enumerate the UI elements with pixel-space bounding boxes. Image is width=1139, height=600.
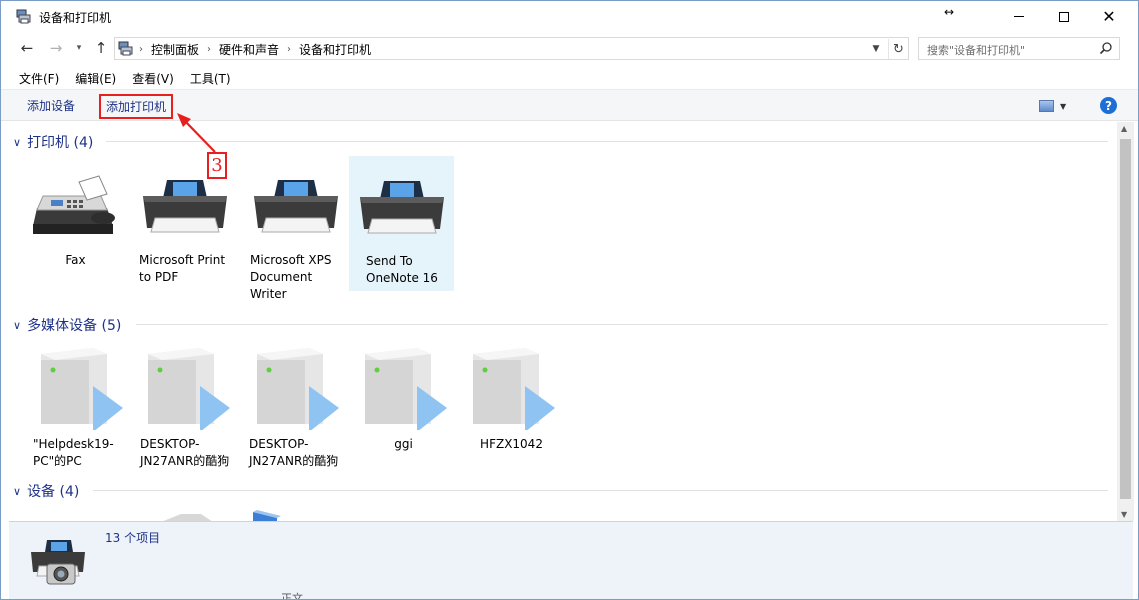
media-item-desktop-1[interactable]: DESKTOP-JN27ANR的酷狗 xyxy=(134,340,239,474)
chevron-down-icon: ∨ xyxy=(13,136,21,149)
search-input[interactable]: 搜索"设备和打印机" xyxy=(918,37,1120,60)
add-printer-button[interactable]: 添加打印机 xyxy=(99,94,173,119)
maximize-icon xyxy=(1059,12,1069,22)
device-label-xps-writer: Microsoft XPS Document Writer xyxy=(250,252,346,303)
media-label-desktop-2: DESKTOP-JN27ANR的酷狗 xyxy=(249,436,345,470)
chevron-down-icon: ∨ xyxy=(13,319,21,332)
item-count: 13 个项目 xyxy=(105,529,160,546)
printer-camera-icon xyxy=(27,536,89,588)
details-bottom-text: 正文 xyxy=(281,590,303,600)
group-title-media: 多媒体设备 (5) xyxy=(27,315,121,335)
refresh-button[interactable]: ↻ xyxy=(888,39,908,59)
media-label-desktop-1: DESKTOP-JN27ANR的酷狗 xyxy=(140,436,236,470)
breadcrumb-separator-icon[interactable]: › xyxy=(287,44,291,55)
title-bar: 设备和打印机 ↔ ✕ xyxy=(1,1,1138,32)
close-button[interactable]: ✕ xyxy=(1086,1,1132,32)
media-server-icon xyxy=(459,340,564,430)
minimize-icon xyxy=(1014,16,1024,17)
change-view-button[interactable]: ▼ xyxy=(1039,97,1073,115)
media-item-ggi[interactable]: ggi xyxy=(351,340,456,474)
fax-icon xyxy=(23,156,128,246)
chevron-down-icon: ▼ xyxy=(1060,102,1066,111)
refresh-icon: ↻ xyxy=(893,42,904,57)
group-header-printers[interactable]: ∨ 打印机 (4) xyxy=(13,132,93,152)
media-item-desktop-2[interactable]: DESKTOP-JN27ANR的酷狗 xyxy=(243,340,348,474)
breadcrumb-devices-printers[interactable]: 设备和打印机 xyxy=(299,41,371,58)
close-icon: ✕ xyxy=(1102,7,1115,26)
menu-bar: 文件(F) 编辑(E) 查看(V) 工具(T) xyxy=(1,67,1138,89)
control-panel-icon xyxy=(118,41,134,56)
maximize-button[interactable] xyxy=(1041,1,1087,32)
view-icon xyxy=(1039,100,1054,112)
search-icon xyxy=(1099,41,1113,55)
breadcrumb-control-panel[interactable]: 控制面板 xyxy=(151,41,199,58)
devices-content-area: ∨ 打印机 (4) Fax xyxy=(1,122,1117,521)
media-label-ggi: ggi xyxy=(351,436,456,453)
resize-icon: ↔ xyxy=(944,5,954,19)
window-title: 设备和打印机 xyxy=(39,9,111,26)
menu-edit[interactable]: 编辑(E) xyxy=(75,70,116,87)
group-divider xyxy=(93,490,1108,491)
search-placeholder: 搜索"设备和打印机" xyxy=(927,42,1025,58)
devices-printers-window: 设备和打印机 ↔ ✕ ← → ▾ ↑ › 控制面板 › 硬件和声音 › 设备和打… xyxy=(0,0,1139,600)
menu-view[interactable]: 查看(V) xyxy=(132,70,174,87)
arrow-up-icon: ↑ xyxy=(95,39,108,57)
printer-icon xyxy=(350,157,455,247)
device-icon-partial xyxy=(151,510,221,521)
vertical-scrollbar[interactable]: ▲ ▼ xyxy=(1117,122,1134,521)
devices-printers-app-icon xyxy=(16,9,32,24)
device-label-fax: Fax xyxy=(23,252,128,269)
media-server-icon xyxy=(351,340,456,430)
arrow-right-icon: → xyxy=(50,39,63,57)
device-label-print-to-pdf: Microsoft Print to PDF xyxy=(139,252,235,286)
breadcrumb-separator-icon[interactable]: › xyxy=(207,44,211,55)
group-divider xyxy=(136,324,1108,325)
device-item-xps-writer[interactable]: Microsoft XPS Document Writer xyxy=(244,156,349,306)
device-label-send-to-onenote: Send To OneNote 16 xyxy=(366,253,462,287)
scroll-up-icon[interactable]: ▲ xyxy=(1121,124,1127,133)
arrow-left-icon: ← xyxy=(21,39,34,57)
device-item-fax[interactable]: Fax xyxy=(23,156,128,290)
device-item-send-to-onenote[interactable]: Send To OneNote 16 xyxy=(349,156,454,291)
add-device-button[interactable]: 添加设备 xyxy=(27,97,75,114)
breadcrumb-separator-icon[interactable]: › xyxy=(139,44,143,55)
up-button[interactable]: ↑ xyxy=(91,38,111,58)
media-label-hfzx1042: HFZX1042 xyxy=(459,436,564,453)
group-header-media[interactable]: ∨ 多媒体设备 (5) xyxy=(13,315,121,335)
address-bar[interactable]: › 控制面板 › 硬件和声音 › 设备和打印机 ▼ ↻ xyxy=(114,37,909,60)
scroll-down-icon[interactable]: ▼ xyxy=(1121,510,1127,519)
media-item-helpdesk19[interactable]: "Helpdesk19-PC"的PC xyxy=(27,340,132,474)
forward-button[interactable]: → xyxy=(46,38,66,58)
group-title-devices: 设备 (4) xyxy=(27,481,79,501)
chevron-down-icon: ▼ xyxy=(873,44,880,54)
printer-icon xyxy=(244,156,349,246)
address-dropdown-button[interactable]: ▼ xyxy=(867,40,885,58)
media-server-icon xyxy=(27,340,132,430)
chevron-down-icon: ∨ xyxy=(13,485,21,498)
media-label-helpdesk19: "Helpdesk19-PC"的PC xyxy=(33,436,129,470)
chevron-down-icon: ▾ xyxy=(77,43,82,53)
media-item-hfzx1042[interactable]: HFZX1042 xyxy=(459,340,564,474)
monitor-icon-partial xyxy=(247,510,287,521)
help-icon[interactable]: ? xyxy=(1100,97,1117,114)
back-button[interactable]: ← xyxy=(17,38,37,58)
minimize-button[interactable] xyxy=(996,1,1042,32)
menu-file[interactable]: 文件(F) xyxy=(19,70,59,87)
details-pane: 13 个项目 正文 xyxy=(9,521,1133,600)
group-divider xyxy=(106,141,1108,142)
group-header-devices[interactable]: ∨ 设备 (4) xyxy=(13,481,79,501)
media-server-icon xyxy=(134,340,239,430)
annotation-step-number: 3 xyxy=(207,152,227,179)
menu-tools[interactable]: 工具(T) xyxy=(190,70,231,87)
breadcrumb-hardware-sound[interactable]: 硬件和声音 xyxy=(219,41,279,58)
breadcrumb: › 控制面板 › 硬件和声音 › 设备和打印机 xyxy=(139,41,371,58)
scrollbar-thumb[interactable] xyxy=(1120,139,1131,499)
media-server-icon xyxy=(243,340,348,430)
recent-locations-button[interactable]: ▾ xyxy=(69,38,89,58)
group-title-printers: 打印机 (4) xyxy=(27,132,93,152)
navigation-bar: ← → ▾ ↑ › 控制面板 › 硬件和声音 › 设备和打印机 ▼ ↻ 搜索"设… xyxy=(1,32,1138,65)
